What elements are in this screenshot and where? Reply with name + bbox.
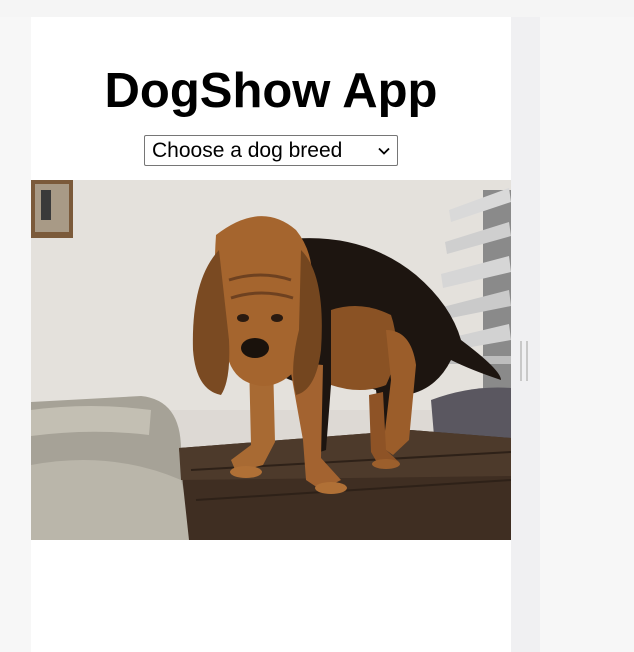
side-gutter <box>511 17 540 652</box>
browser-viewport: DogShow App Choose a dog breed <box>0 0 634 652</box>
breed-select-value: Choose a dog breed <box>152 138 343 162</box>
resize-grip-line <box>520 341 522 381</box>
dog-image <box>31 180 511 540</box>
top-strip <box>0 0 634 17</box>
resize-grip-line <box>526 341 528 381</box>
panel-resize-handle[interactable] <box>520 341 528 381</box>
chevron-down-icon <box>378 147 390 155</box>
breed-select[interactable]: Choose a dog breed <box>144 135 398 166</box>
app-panel: DogShow App Choose a dog breed <box>31 17 511 652</box>
page-title: DogShow App <box>104 64 438 118</box>
